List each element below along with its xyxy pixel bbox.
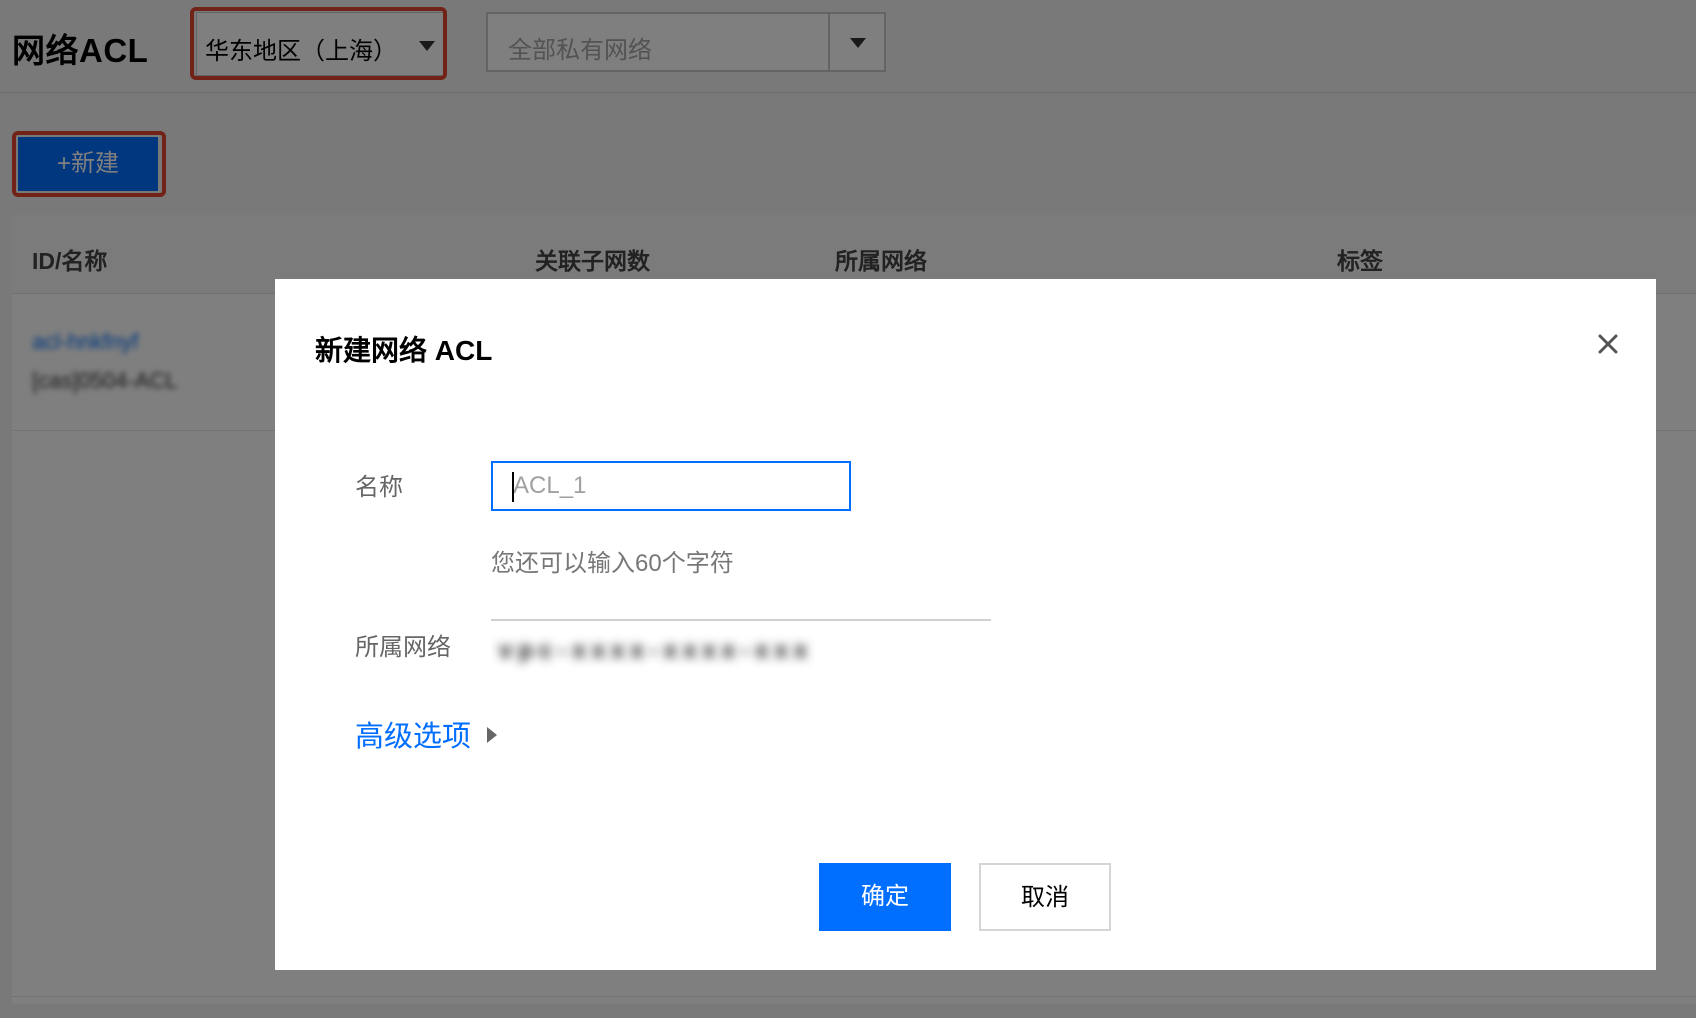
confirm-button[interactable]: 确定 xyxy=(819,863,951,931)
create-acl-dialog: 新建网络 ACL 名称 您还可以输入60个字符 所属网络 vpc-xxxx-xx… xyxy=(275,279,1656,970)
name-label: 名称 xyxy=(355,474,403,501)
char-limit-hint: 您还可以输入60个字符 xyxy=(491,550,734,577)
cancel-button[interactable]: 取消 xyxy=(979,863,1111,931)
dialog-title: 新建网络 ACL xyxy=(315,335,493,366)
vpc-value-blurred: vpc-xxxx-xxxx-xxx xyxy=(499,637,814,664)
vpc-select[interactable]: vpc-xxxx-xxxx-xxx xyxy=(491,619,991,679)
vpc-label: 所属网络 xyxy=(355,634,451,661)
caret-right-icon[interactable] xyxy=(487,727,497,743)
name-input[interactable] xyxy=(491,461,851,511)
advanced-options-link[interactable]: 高级选项 xyxy=(355,713,471,755)
text-cursor xyxy=(512,472,514,502)
close-icon[interactable] xyxy=(1593,329,1623,359)
